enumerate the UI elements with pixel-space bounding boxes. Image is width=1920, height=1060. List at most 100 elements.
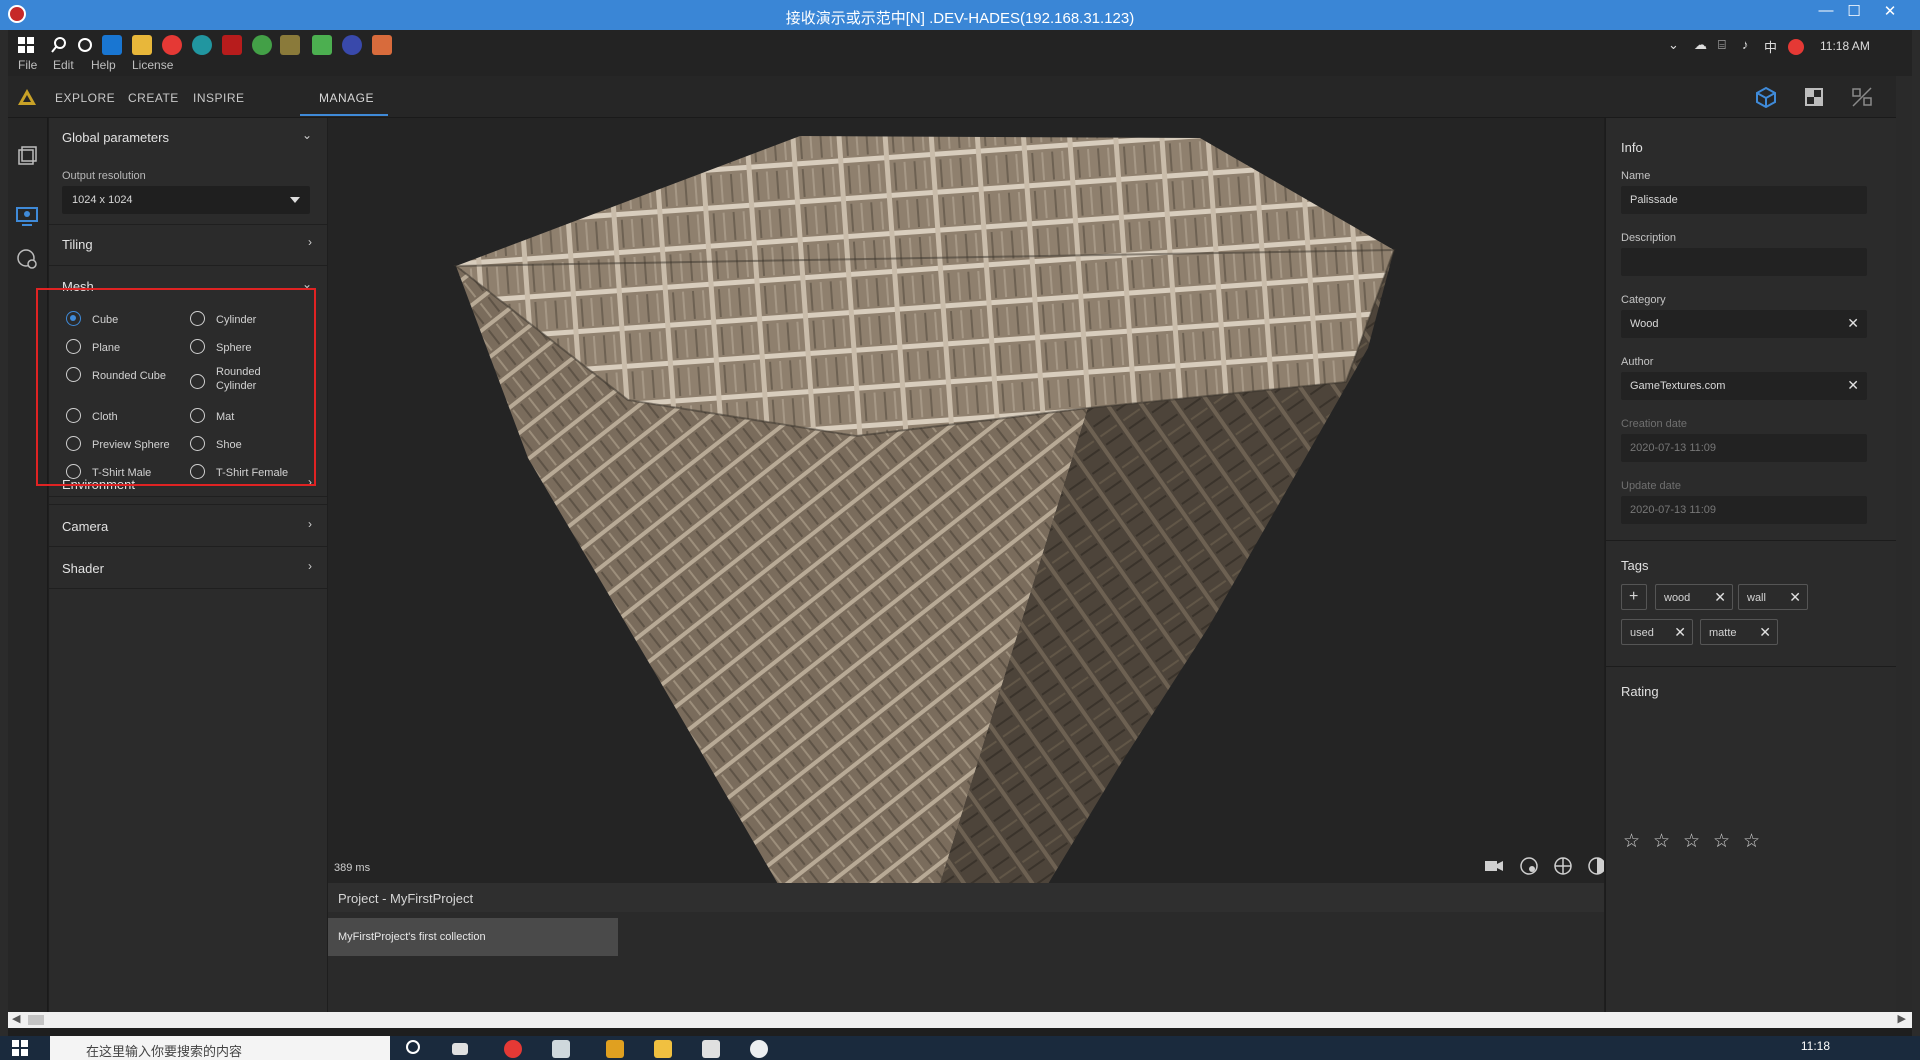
scroll-right-icon[interactable]: ▶ bbox=[1898, 1012, 1906, 1025]
chrome-icon[interactable] bbox=[504, 1040, 522, 1058]
tag-chip[interactable]: matte ✕ bbox=[1700, 619, 1778, 645]
output-resolution-select[interactable]: 1024 x 1024 bbox=[62, 186, 310, 214]
steam-icon[interactable] bbox=[750, 1040, 768, 1058]
search-placeholder: 在这里输入你要搜索的内容 bbox=[86, 1044, 243, 1059]
camera-icon[interactable] bbox=[1483, 855, 1505, 877]
field-value: 2020-07-13 11:09 bbox=[1630, 504, 1717, 516]
divider bbox=[49, 265, 327, 266]
collection-item[interactable]: MyFirstProject's first collection bbox=[328, 918, 618, 956]
remove-tag-icon[interactable]: ✕ bbox=[1674, 624, 1686, 641]
wechat-icon[interactable] bbox=[372, 35, 392, 55]
explorer-icon[interactable] bbox=[132, 35, 152, 55]
field-value: GameTextures.com bbox=[1630, 380, 1726, 392]
explorer-icon[interactable] bbox=[654, 1040, 672, 1058]
description-label: Description bbox=[1621, 232, 1677, 244]
tag-chip[interactable]: used ✕ bbox=[1621, 619, 1693, 645]
clear-author-icon[interactable]: ✕ bbox=[1847, 377, 1859, 394]
rating-star-5[interactable]: ☆ bbox=[1743, 830, 1760, 853]
typora-icon[interactable] bbox=[702, 1040, 720, 1058]
name-field[interactable]: Palissade bbox=[1621, 186, 1867, 214]
media-icon[interactable] bbox=[222, 35, 242, 55]
split-view-icon[interactable] bbox=[1850, 86, 1874, 108]
tab-create[interactable]: CREATE bbox=[128, 91, 179, 105]
camera-header[interactable]: Camera › bbox=[60, 507, 316, 545]
field-value: Palissade bbox=[1630, 194, 1678, 206]
tag-label: matte bbox=[1709, 627, 1737, 639]
rating-star-2[interactable]: ☆ bbox=[1653, 830, 1670, 853]
close-button[interactable]: ✕ bbox=[1872, 2, 1908, 20]
environment-icon[interactable] bbox=[1518, 855, 1540, 877]
search-icon[interactable] bbox=[406, 1040, 420, 1054]
search-icon[interactable] bbox=[50, 36, 68, 54]
chevron-right-icon: › bbox=[308, 517, 312, 531]
clear-category-icon[interactable]: ✕ bbox=[1847, 315, 1859, 332]
tray-clock: 11:18 AM bbox=[1820, 39, 1870, 53]
chrome-icon[interactable] bbox=[162, 35, 182, 55]
maximize-button[interactable]: ☐ bbox=[1836, 2, 1872, 20]
mesh-highlight-box bbox=[36, 288, 316, 486]
3d-viewport[interactable]: 389 ms bbox=[328, 118, 1604, 883]
tag-label: wall bbox=[1747, 592, 1766, 604]
field-value: 2020-07-13 11:09 bbox=[1630, 442, 1717, 454]
remove-tag-icon[interactable]: ✕ bbox=[1714, 589, 1726, 606]
windows-start-icon[interactable] bbox=[18, 37, 34, 53]
network-icon[interactable]: ⌸ bbox=[1718, 37, 1726, 53]
task-view-icon[interactable] bbox=[452, 1043, 468, 1055]
sogou-icon[interactable] bbox=[1788, 39, 1804, 55]
steam-icon[interactable] bbox=[342, 35, 362, 55]
collection-name: MyFirstProject's first collection bbox=[338, 931, 486, 943]
add-tag-button[interactable]: + bbox=[1621, 584, 1647, 610]
menu-edit[interactable]: Edit bbox=[53, 58, 74, 72]
tag-chip[interactable]: wood ✕ bbox=[1655, 584, 1733, 610]
chevron-right-icon: › bbox=[308, 559, 312, 573]
update-date-field: 2020-07-13 11:09 bbox=[1621, 496, 1867, 524]
windows-start-icon[interactable] bbox=[12, 1040, 28, 1056]
shader-header[interactable]: Shader › bbox=[60, 549, 316, 587]
author-field[interactable]: GameTextures.com ✕ bbox=[1621, 372, 1867, 400]
rating-star-3[interactable]: ☆ bbox=[1683, 830, 1700, 853]
tab-inspire[interactable]: INSPIRE bbox=[193, 91, 245, 105]
scroll-left-icon[interactable]: ◀ bbox=[12, 1012, 20, 1025]
substance-icon[interactable] bbox=[280, 35, 300, 55]
volume-icon[interactable]: ♪ bbox=[1742, 37, 1749, 52]
tab-explore[interactable]: EXPLORE bbox=[55, 91, 115, 105]
menu-license[interactable]: License bbox=[132, 58, 173, 72]
menu-file[interactable]: File bbox=[18, 58, 37, 72]
3d-view-icon[interactable] bbox=[1754, 86, 1778, 108]
vertical-scrollbar[interactable] bbox=[1896, 76, 1912, 1012]
tab-manage[interactable]: MANAGE bbox=[319, 91, 374, 105]
refresh-app-icon[interactable] bbox=[252, 35, 272, 55]
substance-icon[interactable] bbox=[606, 1040, 624, 1058]
display-settings-icon[interactable] bbox=[14, 203, 40, 229]
edge-icon[interactable] bbox=[102, 35, 122, 55]
clover-icon[interactable] bbox=[312, 35, 332, 55]
remove-tag-icon[interactable]: ✕ bbox=[1759, 624, 1771, 641]
creation-date-label: Creation date bbox=[1621, 418, 1688, 430]
rendered-cube-preview bbox=[453, 136, 1396, 883]
rating-star-1[interactable]: ☆ bbox=[1623, 830, 1640, 853]
menu-help[interactable]: Help bbox=[91, 58, 116, 72]
2d-view-icon[interactable] bbox=[1802, 86, 1826, 108]
remove-tag-icon[interactable]: ✕ bbox=[1789, 589, 1801, 606]
cortana-icon[interactable] bbox=[76, 36, 94, 54]
app-navbar: EXPLORE CREATE INSPIRE MANAGE bbox=[8, 76, 1912, 118]
tag-chip[interactable]: wall ✕ bbox=[1738, 584, 1808, 610]
notepad-icon[interactable] bbox=[552, 1040, 570, 1058]
browser-icon[interactable] bbox=[192, 35, 212, 55]
wireframe-icon[interactable] bbox=[1552, 855, 1574, 877]
library-icon[interactable] bbox=[14, 143, 40, 169]
onedrive-icon[interactable]: ☁ bbox=[1694, 37, 1707, 53]
active-tab-indicator bbox=[300, 114, 388, 116]
rating-star-4[interactable]: ☆ bbox=[1713, 830, 1730, 853]
environment-settings-icon[interactable] bbox=[14, 246, 40, 272]
tray-overflow-icon[interactable]: ⌄ bbox=[1668, 37, 1679, 53]
taskbar-search-input[interactable]: 在这里输入你要搜索的内容 bbox=[50, 1036, 390, 1060]
scroll-thumb[interactable] bbox=[28, 1015, 44, 1025]
ime-indicator[interactable]: 中 bbox=[1764, 37, 1777, 56]
description-field[interactable] bbox=[1621, 248, 1867, 276]
tiling-header[interactable]: Tiling › bbox=[60, 225, 316, 263]
category-field[interactable]: Wood ✕ bbox=[1621, 310, 1867, 338]
shading-icon[interactable] bbox=[1586, 855, 1604, 877]
horizontal-scrollbar[interactable]: ◀ ▶ bbox=[8, 1012, 1912, 1028]
global-parameters-header[interactable]: Global parameters ⌄ bbox=[60, 118, 316, 156]
